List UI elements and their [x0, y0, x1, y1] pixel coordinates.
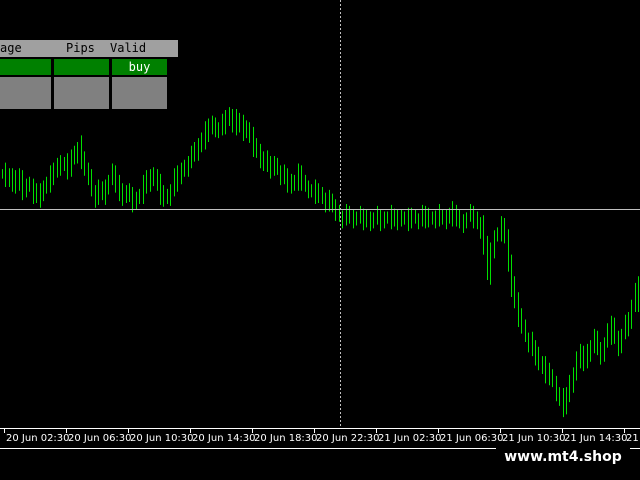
time-axis-label: 20 Jun 02:30	[6, 433, 70, 444]
time-axis-label: 20 Jun 10:30	[130, 433, 194, 444]
signal-cell	[54, 93, 109, 109]
signal-cell	[112, 93, 167, 109]
signal-cell	[54, 77, 109, 93]
time-axis-label: 20 Jun 22:30	[316, 433, 380, 444]
time-axis-label: 20 Jun 14:30	[192, 433, 256, 444]
header-valid: Valid	[110, 41, 147, 55]
time-axis-labels: 20 Jun 02:3020 Jun 06:3020 Jun 10:3020 J…	[6, 433, 640, 444]
watermark: www.mt4.shop	[496, 444, 630, 470]
time-axis-label: 21 Jun 02:30	[378, 433, 442, 444]
time-axis-label: 21 Jun 06:30	[440, 433, 504, 444]
header-age: age	[0, 41, 22, 55]
time-axis-label: 21 Jun 1	[626, 433, 640, 444]
signal-cell	[54, 59, 109, 75]
signal-cell	[0, 77, 51, 93]
time-axis-label: 20 Jun 18:30	[254, 433, 318, 444]
time-axis-label: 20 Jun 06:30	[68, 433, 132, 444]
candles	[2, 107, 639, 418]
time-axis-label: 21 Jun 10:30	[502, 433, 566, 444]
signal-cell	[0, 93, 51, 109]
signal-cell	[0, 59, 51, 75]
signal-panel-header: age Pips Valid	[0, 40, 178, 57]
header-pips: Pips	[66, 41, 95, 55]
signal-cell-buy: buy	[112, 59, 167, 75]
signal-cell	[112, 77, 167, 93]
time-axis-label: 21 Jun 14:30	[564, 433, 628, 444]
